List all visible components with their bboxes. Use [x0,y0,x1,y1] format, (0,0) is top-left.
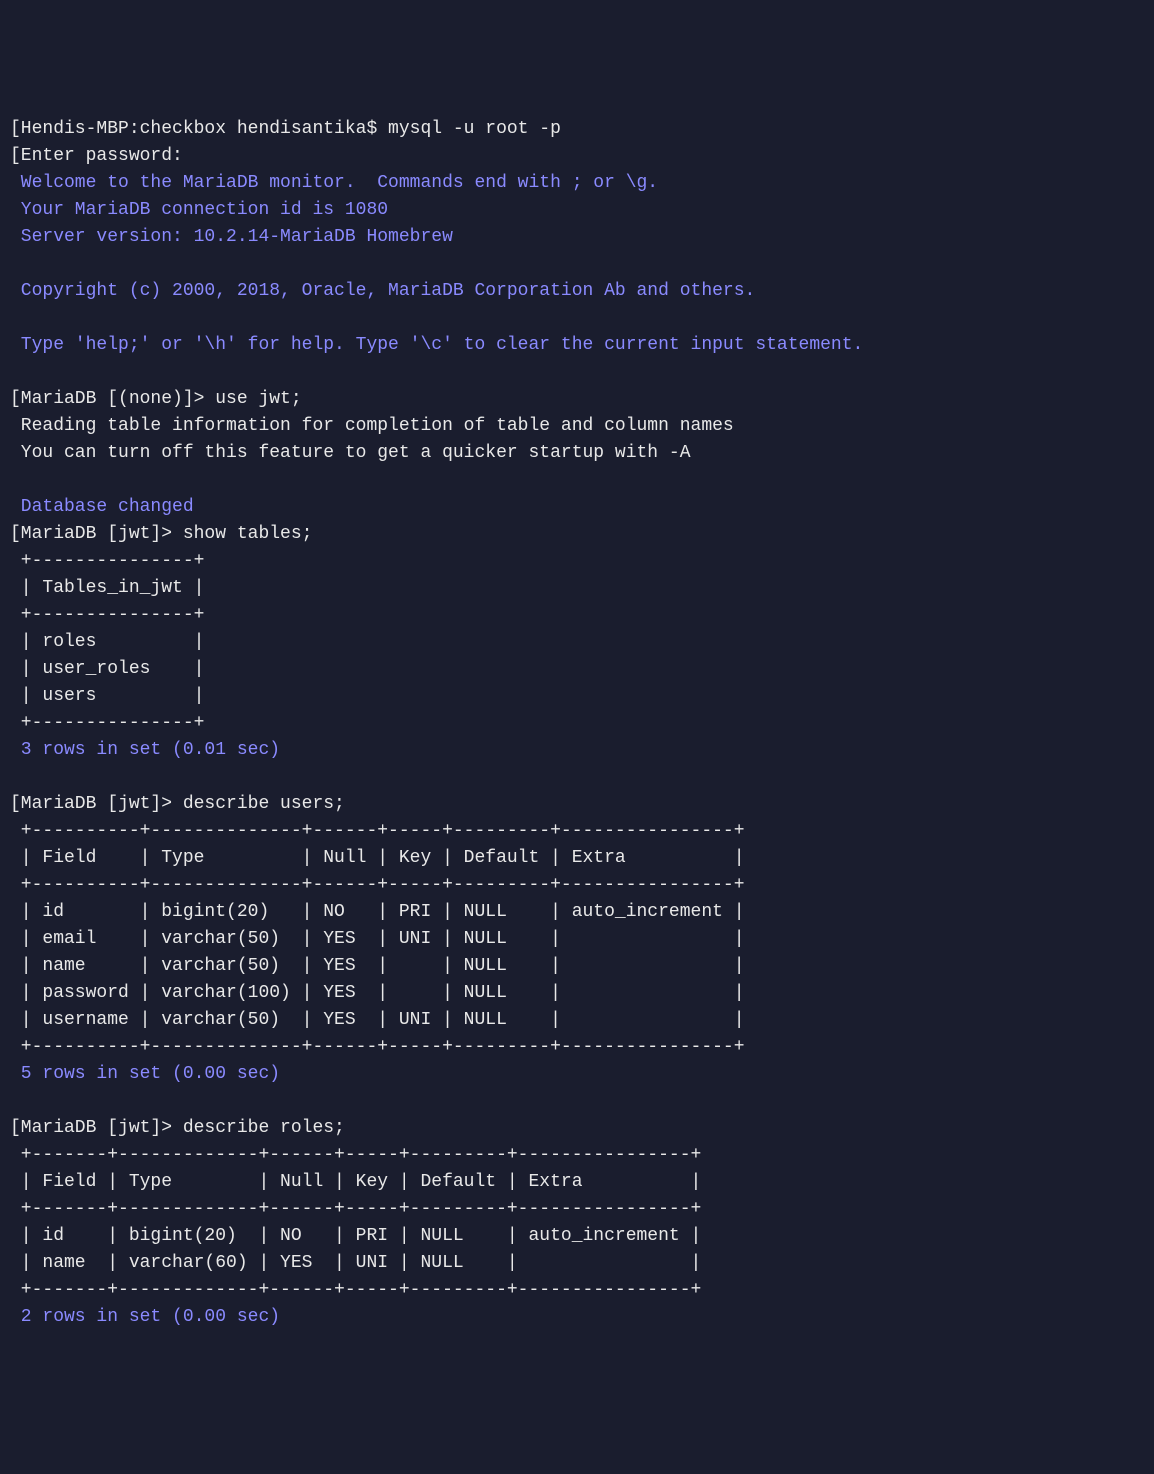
tables-header: | Tables_in_jwt | [10,578,204,598]
table-row-user-roles: | user_roles | [10,659,204,679]
users-row-password: | password | varchar(100) | YES | | NULL… [10,983,745,1003]
copyright-notice: Copyright (c) 2000, 2018, Oracle, MariaD… [10,281,755,301]
tables-border: +---------------+ [10,605,204,625]
reading-table-info: Reading table information for completion… [10,416,734,436]
mariadb-prompt-show-tables: [MariaDB [jwt]> show tables; [10,524,312,544]
turn-off-hint: You can turn off this feature to get a q… [10,443,691,463]
users-border: +----------+--------------+------+-----+… [10,875,745,895]
users-row-name: | name | varchar(50) | YES | | NULL | | [10,956,745,976]
roles-border: +-------+-------------+------+-----+----… [10,1145,701,1165]
roles-result-count: 2 rows in set (0.00 sec) [10,1307,280,1327]
terminal-output: [Hendis-MBP:checkbox hendisantika$ mysql… [10,116,1144,1331]
roles-border: +-------+-------------+------+-----+----… [10,1280,701,1300]
shell-prompt-line: [Hendis-MBP:checkbox hendisantika$ mysql… [10,119,561,139]
roles-header: | Field | Type | Null | Key | Default | … [10,1172,701,1192]
mariadb-prompt-describe-roles: [MariaDB [jwt]> describe roles; [10,1118,345,1138]
mariadb-prompt-describe-users: [MariaDB [jwt]> describe users; [10,794,345,814]
table-row-roles: | roles | [10,632,204,652]
users-row-email: | email | varchar(50) | YES | UNI | NULL… [10,929,745,949]
mariadb-prompt-use-jwt: [MariaDB [(none)]> use jwt; [10,389,302,409]
connection-id: Your MariaDB connection id is 1080 [10,200,388,220]
help-instruction: Type 'help;' or '\h' for help. Type '\c'… [10,335,863,355]
server-version: Server version: 10.2.14-MariaDB Homebrew [10,227,453,247]
table-row-users: | users | [10,686,204,706]
users-border: +----------+--------------+------+-----+… [10,821,745,841]
users-header: | Field | Type | Null | Key | Default | … [10,848,745,868]
welcome-message: Welcome to the MariaDB monitor. Commands… [10,173,658,193]
users-row-id: | id | bigint(20) | NO | PRI | NULL | au… [10,902,745,922]
roles-border: +-------+-------------+------+-----+----… [10,1199,701,1219]
tables-border: +---------------+ [10,713,204,733]
roles-row-name: | name | varchar(60) | YES | UNI | NULL … [10,1253,701,1273]
users-result-count: 5 rows in set (0.00 sec) [10,1064,280,1084]
tables-result-count: 3 rows in set (0.01 sec) [10,740,280,760]
users-border: +----------+--------------+------+-----+… [10,1037,745,1057]
users-row-username: | username | varchar(50) | YES | UNI | N… [10,1010,745,1030]
tables-border: +---------------+ [10,551,204,571]
database-changed: Database changed [10,497,194,517]
roles-row-id: | id | bigint(20) | NO | PRI | NULL | au… [10,1226,701,1246]
password-prompt: [Enter password: [10,146,183,166]
